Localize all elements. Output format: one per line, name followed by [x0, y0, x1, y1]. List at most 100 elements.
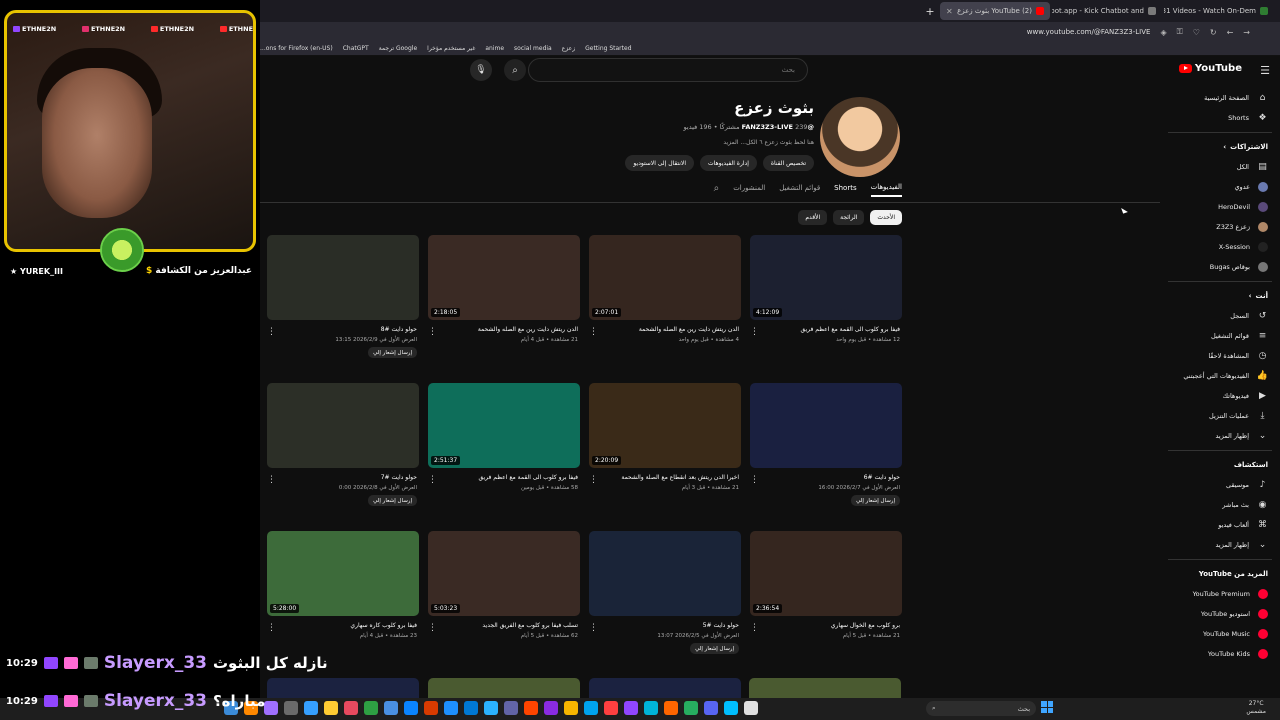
video-thumbnail[interactable]: 5:28:00 [267, 531, 419, 616]
sidebar-item-home[interactable]: ⌂ الصفحة الرئيسية [1160, 88, 1280, 108]
video-title[interactable]: الدن ريتش دايت رين مع الصله والشحمة [428, 326, 580, 333]
sidebar-you-header[interactable]: أنت › [1160, 286, 1280, 306]
back-icon[interactable]: ← [1227, 28, 1234, 37]
sidebar-sub-item[interactable]: X-Session [1160, 237, 1280, 257]
reload-icon[interactable]: ↻ [1210, 28, 1217, 37]
sidebar-subscriptions-header[interactable]: الاشتراكات › [1160, 137, 1280, 157]
video-card[interactable]: 2:51:37 ⋮ فيفا برو كلوب الى القمة مع اعظم … [428, 383, 580, 521]
bookmark-item[interactable]: زعزع [562, 45, 575, 52]
sidebar-item-live[interactable]: ◉ بث مباشر [1160, 495, 1280, 515]
video-thumbnail[interactable]: 2:20:09 [589, 383, 741, 468]
sidebar-sub-item[interactable]: ▤ الكل [1160, 157, 1280, 177]
weather-widget[interactable]: 27°C مشمس [1246, 700, 1266, 716]
chip-oldest[interactable]: الأقدم [798, 210, 828, 225]
video-thumbnail-partial[interactable] [749, 678, 901, 698]
video-thumbnail[interactable]: 5:03:23 [428, 531, 580, 616]
video-card[interactable]: 5:03:23 ⋮ تسلب فيفا برو كلوب مع الفريق الج… [428, 531, 580, 669]
taskbar-app-icon[interactable] [704, 701, 718, 715]
browser-tab-z3z31[interactable]: Z3Z31 Videos - Watch On-Dem [1164, 2, 1274, 20]
video-thumbnail-partial[interactable] [589, 678, 741, 698]
video-thumbnail[interactable] [267, 383, 419, 468]
video-thumbnail[interactable]: 2:36:54 [750, 531, 902, 616]
search-input-wrapper[interactable] [528, 58, 808, 82]
video-card[interactable]: ⋮ حولو دايت #8 العرض الأول في 2026/2/9 ‏13… [267, 235, 419, 373]
taskbar-app-icon[interactable] [524, 701, 538, 715]
address-bar[interactable]: www.youtube.com/@FANZ3Z3-LIVE [1027, 28, 1151, 36]
sidebar-item-show-more[interactable]: ⌄ إظهار المزيد [1160, 535, 1280, 555]
video-thumbnail[interactable]: 2:18:05 [428, 235, 580, 320]
video-thumbnail[interactable]: 4:12:09 [750, 235, 902, 320]
taskbar-app-icon[interactable] [304, 701, 318, 715]
taskbar-app-icon[interactable] [324, 701, 338, 715]
taskbar-app-icon[interactable] [564, 701, 578, 715]
video-title[interactable]: فيفا برو كلوب الى القمة مع اعظم فريق [750, 326, 902, 333]
notify-button[interactable]: إرسال إشعار إلي [690, 643, 739, 654]
video-card[interactable]: ⋮ حولو دايت #5 العرض الأول في 2026/2/5 ‏13… [589, 531, 741, 669]
tab-shorts[interactable]: Shorts [834, 184, 856, 196]
taskbar-app-icon[interactable] [684, 701, 698, 715]
video-title[interactable]: فيفا برو كلوب كاره سهاري [267, 622, 419, 629]
taskbar-app-icon[interactable] [544, 701, 558, 715]
notify-button[interactable]: إرسال إشعار إلي [851, 495, 900, 506]
sidebar-item-your-videos[interactable]: ▶ فيديوهاتك [1160, 386, 1280, 406]
taskbar-app-icon[interactable] [724, 701, 738, 715]
video-title[interactable]: تسلب فيفا برو كلوب مع الفريق الجديد [428, 622, 580, 629]
chip-latest[interactable]: الأحدث [870, 210, 902, 225]
taskbar-app-icon[interactable] [624, 701, 638, 715]
chip-popular[interactable]: الرائجة [833, 210, 865, 225]
sidebar-item-shorts[interactable]: ❖ Shorts [1160, 108, 1280, 128]
sidebar-sub-item[interactable]: HeroDevil [1160, 197, 1280, 217]
tab-playlists[interactable]: قوائم التشغيل [779, 184, 820, 196]
taskbar-app-icon[interactable] [744, 701, 758, 715]
sidebar-item-watch-later[interactable]: ◷ المشاهدة لاحقًا [1160, 346, 1280, 366]
bookmark-item[interactable]: غير مستخدم مؤخرا [427, 45, 475, 52]
more-vert-icon[interactable]: ⋮ [750, 623, 759, 633]
video-card[interactable]: 2:36:54 ⋮ برو كلوب مع الخوال سهاري 21 مشاهد… [750, 531, 902, 669]
sidebar-sub-item[interactable]: زعزع Z3Z3 [1160, 217, 1280, 237]
video-thumbnail[interactable] [589, 531, 741, 616]
video-title[interactable]: حولو دايت #8 [267, 326, 419, 333]
bookmark-item[interactable]: ChatGPT [343, 45, 369, 52]
video-card[interactable]: 2:18:05 ⋮ الدن ريتش دايت رين مع الصله والش… [428, 235, 580, 373]
bookmark-item[interactable]: social media [514, 45, 552, 52]
video-thumbnail-partial[interactable] [428, 678, 580, 698]
forward-icon[interactable]: → [1243, 28, 1250, 37]
sidebar-item-music[interactable]: ♪ موسيقى [1160, 475, 1280, 495]
sidebar-sub-item[interactable]: بوقاص Bugas [1160, 257, 1280, 277]
video-thumbnail[interactable] [750, 383, 902, 468]
video-card[interactable]: 5:28:00 ⋮ فيفا برو كلوب كاره سهاري 23 مشاهد… [267, 531, 419, 669]
channel-description[interactable]: هنا لحظ بثوث زعزع ٦ الكل... المزيد [723, 139, 814, 146]
more-vert-icon[interactable]: ⋮ [267, 623, 276, 633]
youtube-logo[interactable]: YouTube [1178, 63, 1242, 74]
close-icon[interactable]: ✕ [946, 7, 953, 16]
taskbar-app-icon[interactable] [364, 701, 378, 715]
sidebar-sub-item[interactable]: عدوي [1160, 177, 1280, 197]
video-title[interactable]: فيفا برو كلوب الى القمة مع اعظم فريق [428, 474, 580, 481]
taskbar-app-icon[interactable] [484, 701, 498, 715]
video-card[interactable]: 4:12:09 ⋮ فيفا برو كلوب الى القمة مع اعظم … [750, 235, 902, 373]
search-input[interactable] [597, 65, 797, 75]
tab-posts[interactable]: المنشورات [733, 184, 765, 196]
sidebar-item-liked[interactable]: 👍 الفيديوهات التي أعجبتني [1160, 366, 1280, 386]
taskbar-app-icon[interactable] [504, 701, 518, 715]
bookmark-item[interactable]: Google ترجمة [379, 45, 417, 52]
sidebar-item-playlists[interactable]: ≡ قوائم التشغيل [1160, 326, 1280, 346]
video-card[interactable]: ⋮ حولو دايت #7 العرض الأول في 2026/2/8 ‏0:… [267, 383, 419, 521]
taskbar-app-icon[interactable] [264, 701, 278, 715]
sidebar-item-show-more[interactable]: ⌄ إظهار المزيد [1160, 426, 1280, 446]
taskbar-app-icon[interactable] [664, 701, 678, 715]
more-vert-icon[interactable]: ⋮ [267, 475, 276, 485]
taskbar-app-icon[interactable] [424, 701, 438, 715]
video-title[interactable]: حولو دايت #6 [750, 474, 902, 481]
taskbar-app-icon[interactable] [384, 701, 398, 715]
video-card[interactable]: 2:07:01 ⋮ الدن ريتش دايت رين مع الصله والش… [589, 235, 741, 373]
manage-videos-button[interactable]: إدارة الفيديوهات [700, 155, 757, 171]
more-vert-icon[interactable]: ⋮ [589, 475, 598, 485]
more-vert-icon[interactable]: ⋮ [428, 327, 437, 337]
more-vert-icon[interactable]: ⋮ [589, 327, 598, 337]
menu-icon[interactable]: ☰ [1260, 64, 1270, 77]
video-thumbnail-partial[interactable] [267, 678, 419, 698]
taskbar-app-icon[interactable] [604, 701, 618, 715]
more-vert-icon[interactable]: ⋮ [428, 475, 437, 485]
more-vert-icon[interactable]: ⋮ [750, 327, 759, 337]
